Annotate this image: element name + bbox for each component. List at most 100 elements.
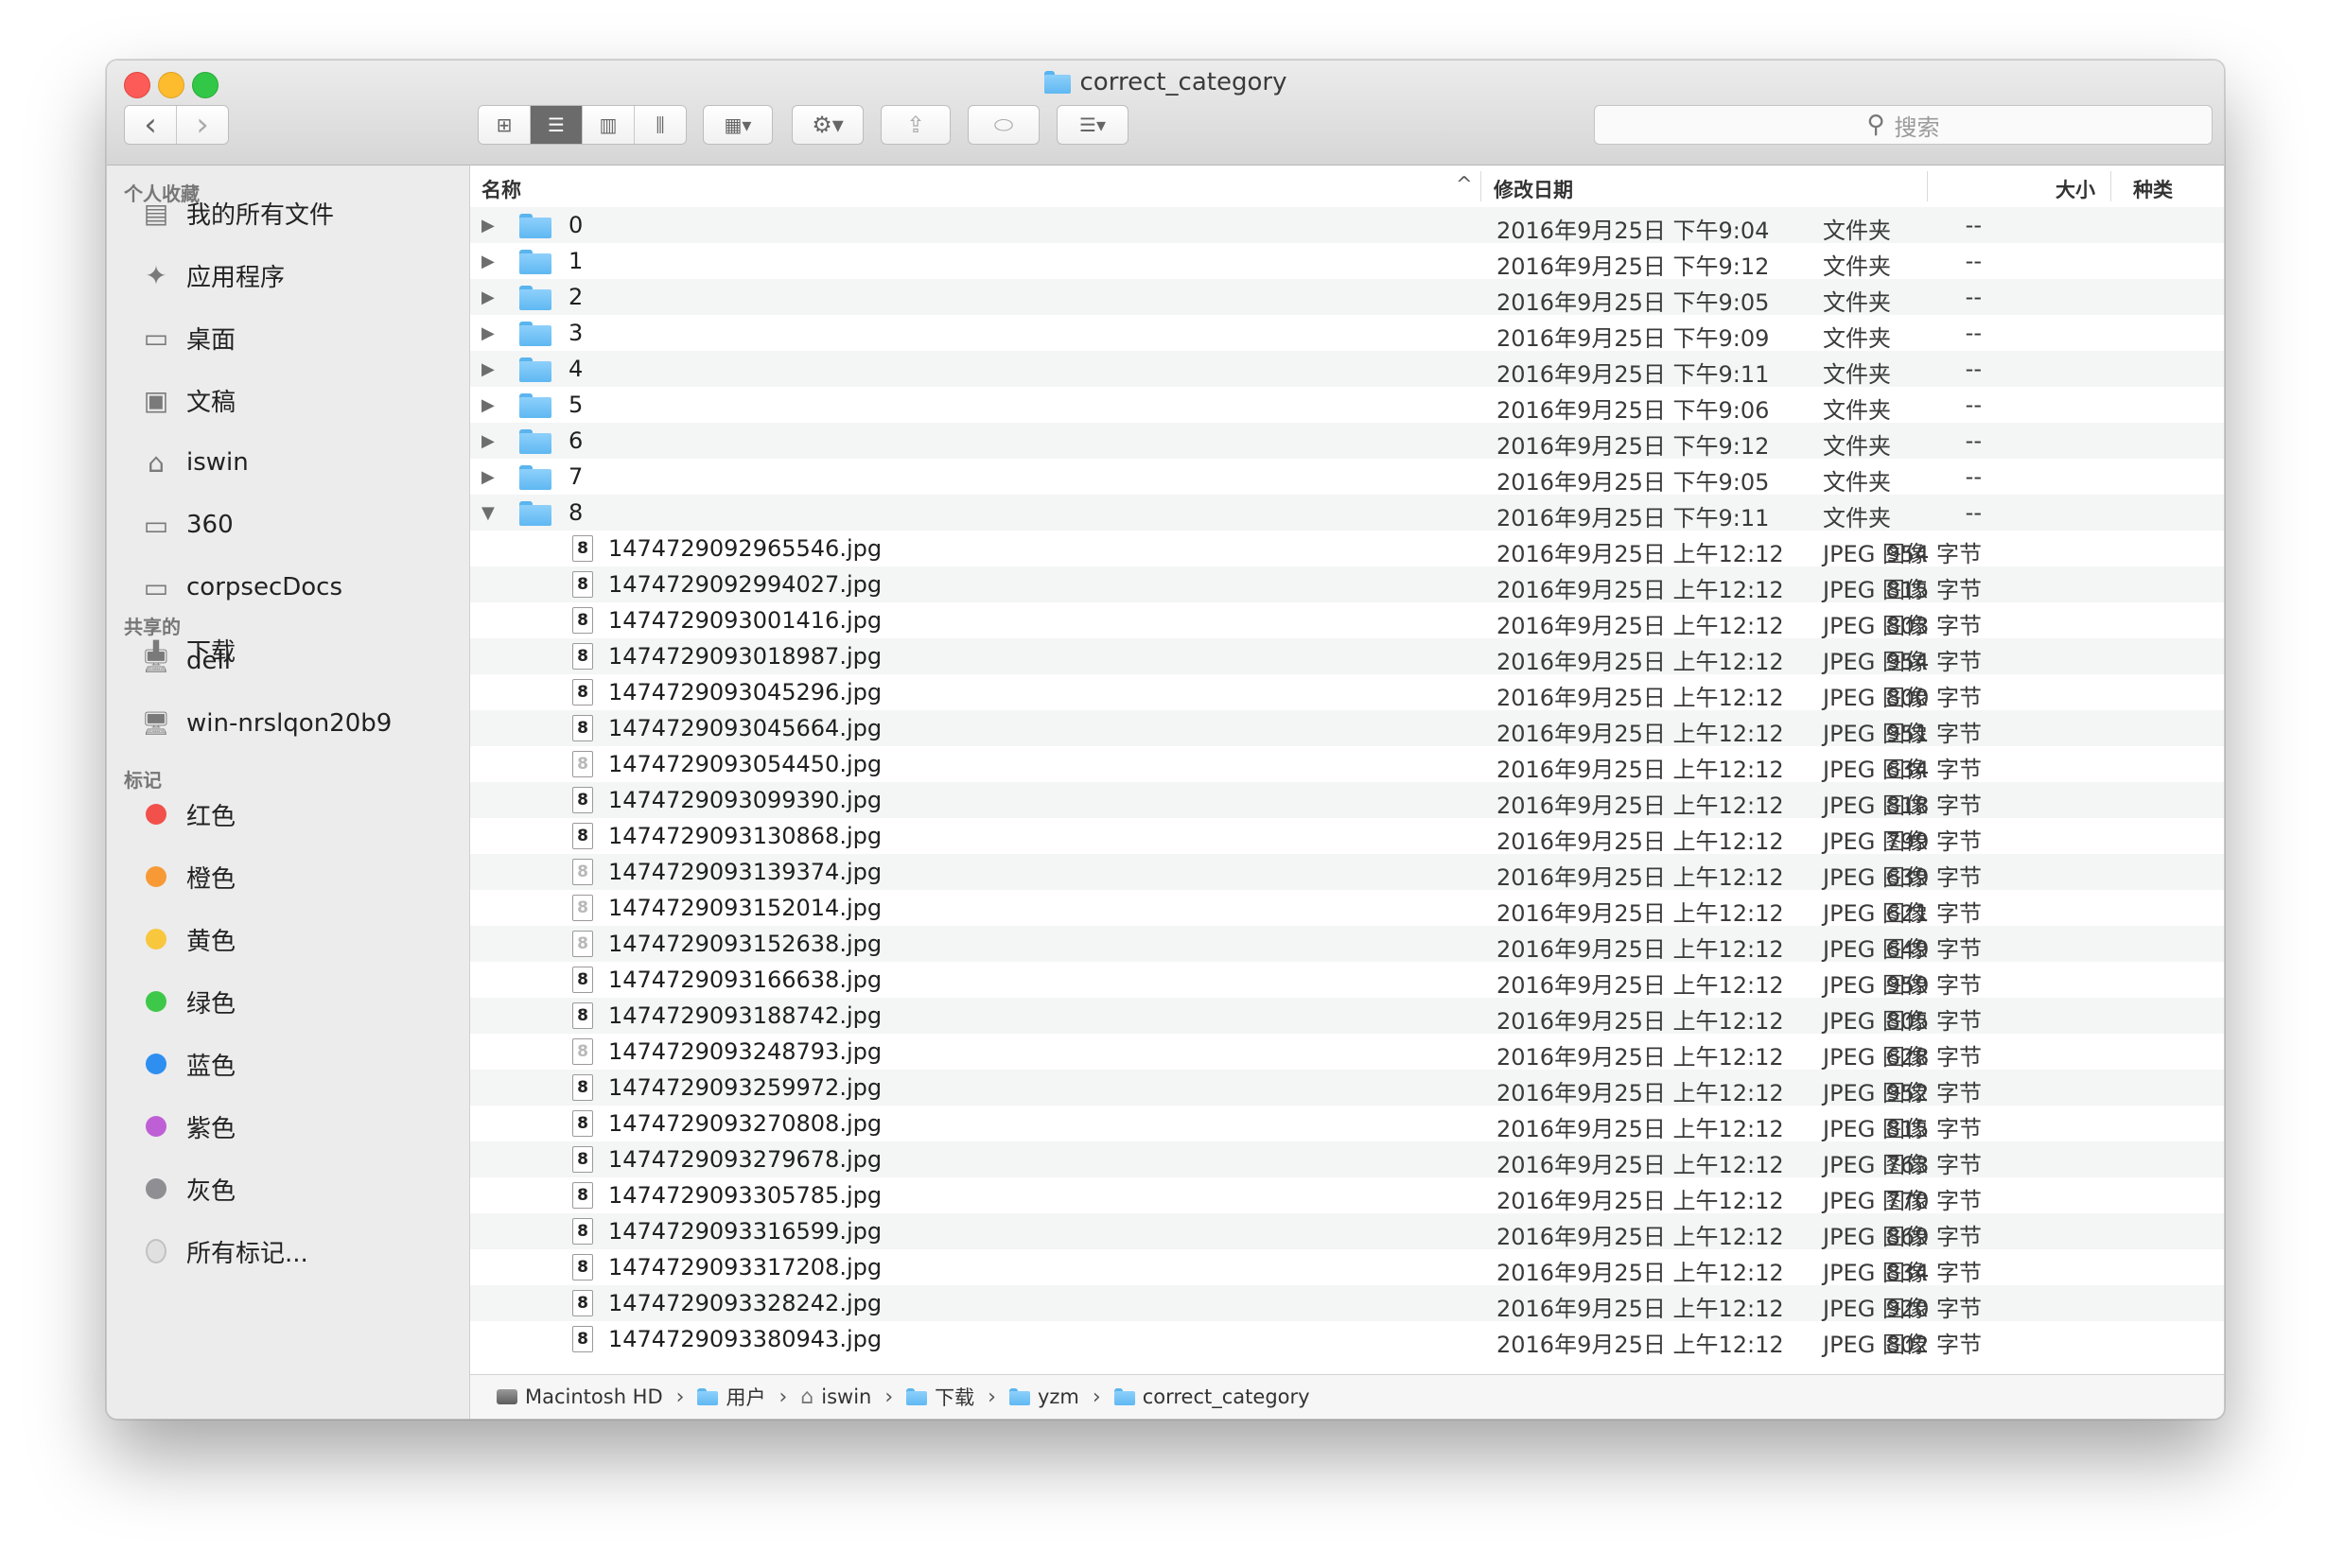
- item-name: 0: [569, 212, 584, 238]
- file-row[interactable]: 8 1474729093045296.jpg 2016年9月25日 上午12:12 8…: [470, 674, 2224, 711]
- path-item[interactable]: Macintosh HD: [497, 1385, 663, 1408]
- folder-row[interactable]: ▶ 5 2016年9月25日 下午9:06 -- 文件夹: [470, 387, 2224, 424]
- folder-row[interactable]: ▶ 0 2016年9月25日 下午9:04 -- 文件夹: [470, 207, 2224, 244]
- path-item[interactable]: 用户: [697, 1383, 765, 1411]
- disclosure-expanded-icon[interactable]: ▼: [481, 503, 495, 523]
- file-row[interactable]: 8 1474729092965546.jpg 2016年9月25日 上午12:12 9…: [470, 531, 2224, 567]
- tag-item-4[interactable]: 蓝色: [139, 1045, 236, 1083]
- file-row[interactable]: 8 1474729093152638.jpg 2016年9月25日 上午12:12 6…: [470, 926, 2224, 963]
- disclosure-collapsed-icon[interactable]: ▶: [481, 395, 495, 415]
- disclosure-collapsed-icon[interactable]: ▶: [481, 216, 495, 235]
- forward-button[interactable]: ›: [177, 106, 228, 144]
- path-options-button[interactable]: ☰▾: [1057, 105, 1129, 145]
- item-kind: JPEG 图像: [1823, 1044, 1928, 1071]
- file-row[interactable]: 8 1474729093279678.jpg 2016年9月25日 上午12:12 7…: [470, 1141, 2224, 1178]
- tag-item-2[interactable]: 黄色: [139, 920, 236, 958]
- folder-row[interactable]: ▶ 1 2016年9月25日 下午9:12 -- 文件夹: [470, 243, 2224, 280]
- shared-item-1[interactable]: 🖥 win-nrslqon20b9: [139, 705, 393, 742]
- share-button[interactable]: ⇪: [881, 105, 951, 145]
- path-item[interactable]: yzm: [1008, 1385, 1079, 1408]
- grid-icon: ⊞: [496, 113, 513, 136]
- cover-flow-button[interactable]: ⫼: [635, 106, 686, 144]
- folder-icon: [519, 501, 551, 527]
- item-name: 1474729093188742.jpg: [608, 1002, 883, 1029]
- folder-row[interactable]: ▼ 8 2016年9月25日 下午9:11 -- 文件夹: [470, 495, 2224, 531]
- disclosure-collapsed-icon[interactable]: ▶: [481, 287, 495, 307]
- disclosure-collapsed-icon[interactable]: ▶: [481, 467, 495, 487]
- tag-item-3[interactable]: 绿色: [139, 983, 236, 1020]
- folder-row[interactable]: ▶ 3 2016年9月25日 下午9:09 -- 文件夹: [470, 315, 2224, 352]
- file-row[interactable]: 8 1474729093139374.jpg 2016年9月25日 上午12:12 6…: [470, 854, 2224, 891]
- tag-item-1[interactable]: 橙色: [139, 858, 236, 896]
- list-view-button[interactable]: ☰: [531, 106, 583, 144]
- item-kind: JPEG 图像: [1823, 757, 1928, 783]
- column-size[interactable]: 大小: [2056, 175, 2095, 203]
- sidebar-item-3[interactable]: ▣ 文稿: [139, 381, 236, 419]
- sidebar-item-6[interactable]: ▭ corpsecDocs: [139, 568, 342, 606]
- shared-item-0[interactable]: 🖥 dell: [139, 642, 231, 680]
- file-row[interactable]: 8 1474729093099390.jpg 2016年9月25日 上午12:12 8…: [470, 782, 2224, 819]
- column-kind[interactable]: 种类: [2133, 175, 2173, 203]
- item-kind: JPEG 图像: [1823, 649, 1928, 675]
- file-row[interactable]: 8 1474729093270808.jpg 2016年9月25日 上午12:12 8…: [470, 1106, 2224, 1142]
- file-row[interactable]: 8 1474729092994027.jpg 2016年9月25日 上午12:12 8…: [470, 566, 2224, 603]
- column-date[interactable]: 修改日期: [1494, 175, 1573, 203]
- file-row[interactable]: 8 1474729093130868.jpg 2016年9月25日 上午12:12 7…: [470, 818, 2224, 855]
- disclosure-collapsed-icon[interactable]: ▶: [481, 431, 495, 451]
- folder-row[interactable]: ▶ 2 2016年9月25日 下午9:05 -- 文件夹: [470, 279, 2224, 316]
- folder-row[interactable]: ▶ 7 2016年9月25日 下午9:05 -- 文件夹: [470, 459, 2224, 496]
- file-row[interactable]: 8 1474729093054450.jpg 2016年9月25日 上午12:12 6…: [470, 746, 2224, 783]
- item-kind: JPEG 图像: [1823, 1152, 1928, 1178]
- path-item[interactable]: 下载: [906, 1383, 974, 1411]
- item-kind: 文件夹: [1823, 397, 1891, 424]
- disclosure-collapsed-icon[interactable]: ▶: [481, 323, 495, 343]
- file-row[interactable]: 8 1474729093305785.jpg 2016年9月25日 上午12:12 7…: [470, 1177, 2224, 1214]
- item-name: 1474729093328242.jpg: [608, 1290, 883, 1316]
- disclosure-collapsed-icon[interactable]: ▶: [481, 359, 495, 379]
- tag-item-7[interactable]: 所有标记...: [139, 1232, 308, 1270]
- jpeg-file-icon: 8: [572, 859, 593, 885]
- file-row[interactable]: 8 1474729093259972.jpg 2016年9月25日 上午12:12 9…: [470, 1070, 2224, 1106]
- file-row[interactable]: 8 1474729093328242.jpg 2016年9月25日 上午12:12 9…: [470, 1285, 2224, 1322]
- arrange-button[interactable]: ▦▾: [703, 105, 773, 145]
- tag-item-6[interactable]: 灰色: [139, 1170, 236, 1208]
- sidebar-item-5[interactable]: ▭ 360: [139, 506, 234, 544]
- file-row[interactable]: 8 1474729093018987.jpg 2016年9月25日 上午12:12 9…: [470, 638, 2224, 675]
- path-item[interactable]: ⌂ iswin: [800, 1385, 871, 1409]
- file-row[interactable]: 8 1474729093316599.jpg 2016年9月25日 上午12:12 8…: [470, 1213, 2224, 1250]
- tag-item-label: 灰色: [186, 1176, 236, 1206]
- tag-item-0[interactable]: 红色: [139, 795, 236, 833]
- search-field[interactable]: ⚲ 搜索: [1594, 105, 2213, 145]
- disclosure-collapsed-icon[interactable]: ▶: [481, 252, 495, 271]
- file-row[interactable]: 8 1474729093152014.jpg 2016年9月25日 上午12:12 6…: [470, 890, 2224, 927]
- tags-button[interactable]: ⬭: [968, 105, 1040, 145]
- tag-item-label: 黄色: [186, 927, 236, 956]
- file-row[interactable]: 8 1474729093045664.jpg 2016年9月25日 上午12:12 9…: [470, 710, 2224, 747]
- icon-view-button[interactable]: ⊞: [479, 106, 531, 144]
- file-row[interactable]: 8 1474729093248793.jpg 2016年9月25日 上午12:12 6…: [470, 1034, 2224, 1071]
- file-row[interactable]: 8 1474729093380943.jpg 2016年9月25日 上午12:12 8…: [470, 1321, 2224, 1358]
- sidebar-item-1[interactable]: ✦ 应用程序: [139, 256, 285, 294]
- path-item[interactable]: correct_category: [1113, 1385, 1310, 1408]
- item-size: --: [1965, 248, 1982, 274]
- sidebar-item-4[interactable]: ⌂ iswin: [139, 444, 249, 481]
- action-button[interactable]: ⚙▾: [792, 105, 864, 145]
- back-button[interactable]: ‹: [125, 106, 177, 144]
- column-name[interactable]: 名称: [481, 175, 521, 203]
- folder-row[interactable]: ▶ 6 2016年9月25日 下午9:12 -- 文件夹: [470, 423, 2224, 460]
- file-row[interactable]: 8 1474729093317208.jpg 2016年9月25日 上午12:12 8…: [470, 1249, 2224, 1286]
- column-view-button[interactable]: ▥: [583, 106, 635, 144]
- sidebar-item-0[interactable]: ▤ 我的所有文件: [139, 194, 334, 232]
- column-divider[interactable]: [1927, 171, 1928, 201]
- column-divider[interactable]: [1480, 171, 1481, 201]
- view-mode-switcher: ⊞ ☰ ▥ ⫼: [478, 105, 687, 145]
- file-row[interactable]: 8 1474729093166638.jpg 2016年9月25日 上午12:12 9…: [470, 962, 2224, 999]
- item-date: 2016年9月25日 上午12:12: [1496, 900, 1784, 927]
- sidebar-item-2[interactable]: ▭ 桌面: [139, 319, 236, 357]
- column-divider[interactable]: [2110, 171, 2111, 201]
- item-name: 1474729093166638.jpg: [608, 967, 883, 993]
- tag-item-5[interactable]: 紫色: [139, 1107, 236, 1145]
- file-row[interactable]: 8 1474729093188742.jpg 2016年9月25日 上午12:12 8…: [470, 998, 2224, 1035]
- file-row[interactable]: 8 1474729093001416.jpg 2016年9月25日 上午12:12 8…: [470, 602, 2224, 639]
- folder-row[interactable]: ▶ 4 2016年9月25日 下午9:11 -- 文件夹: [470, 351, 2224, 388]
